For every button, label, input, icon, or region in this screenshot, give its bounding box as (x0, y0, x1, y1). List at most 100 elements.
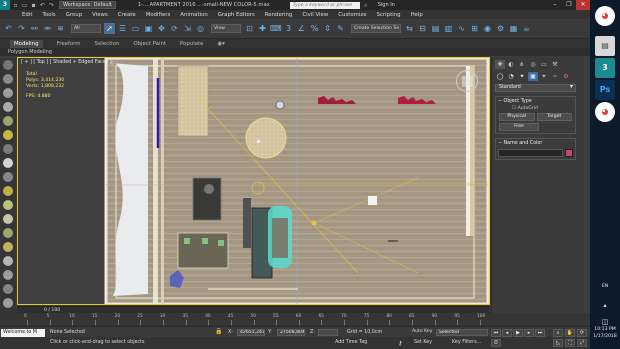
modify-tab-icon[interactable]: ◐ (506, 60, 516, 69)
texture-icon[interactable] (3, 214, 13, 224)
helpers-icon[interactable]: ⌖ (539, 72, 549, 81)
align-icon[interactable]: ⊟ (417, 23, 428, 34)
schematic-view-icon[interactable]: ⊞ (469, 23, 480, 34)
autogrid-checkbox[interactable]: ☐ AutoGrid (512, 106, 573, 111)
material-editor-icon[interactable]: ◉ (482, 23, 493, 34)
new-file-icon[interactable]: ▫ (12, 2, 19, 9)
prev-frame-icon[interactable]: ◂ (502, 329, 512, 337)
ribbon-toggle-icon[interactable]: ◉▾ (217, 41, 224, 47)
workspace-dropdown[interactable]: Workspace: Default (59, 1, 116, 9)
layer-explorer-icon[interactable]: ▥ (443, 23, 454, 34)
scene-explorer-icon[interactable] (3, 74, 13, 84)
toggle-scene-explorer-icon[interactable]: ▤ (430, 23, 441, 34)
menu-animation[interactable]: Animation (180, 12, 207, 18)
top-viewport[interactable]: [ + ] [ Top ] [ Shaded + Edged Faces ] T… (17, 57, 490, 305)
key-filters-button[interactable]: Key Filters... (452, 340, 481, 345)
menu-customize[interactable]: Customize (338, 12, 366, 18)
helper-icon[interactable] (3, 228, 13, 238)
selection-filter-dropdown[interactable]: All (71, 24, 101, 33)
lock-selection-icon[interactable]: 🔒 (215, 328, 222, 335)
key-icon[interactable]: ⚷ (398, 340, 402, 347)
pivot-center-icon[interactable]: ⊡ (244, 23, 255, 34)
spinner-snap-icon[interactable]: ⇕ (322, 23, 333, 34)
next-frame-icon[interactable]: ▸ (524, 329, 534, 337)
open-file-icon[interactable]: ▭ (21, 2, 28, 9)
lights-icon[interactable]: ✦ (517, 72, 527, 81)
edit-named-selection-icon[interactable]: ✎ (335, 23, 346, 34)
free-camera-button[interactable]: Free (499, 123, 539, 131)
menu-edit[interactable]: Edit (22, 12, 32, 18)
geometry-icon[interactable]: ◯ (495, 72, 505, 81)
maxscript-listener[interactable]: Welcome to M (1, 329, 45, 337)
move-icon[interactable]: ✥ (156, 23, 167, 34)
pointer-icon[interactable] (3, 60, 13, 70)
window-crossing-icon[interactable]: ▣ (143, 23, 154, 34)
reference-coordinate-dropdown[interactable]: View (211, 24, 241, 33)
ribbon-tab-modeling[interactable]: Modeling (10, 39, 43, 48)
z-coordinate-field[interactable] (318, 329, 338, 336)
layer-icon[interactable] (3, 102, 13, 112)
maximize-viewport-icon[interactable]: ⤢ (577, 339, 587, 347)
y-coordinate-field[interactable]: 27508,804 (277, 329, 305, 336)
render-production-icon[interactable]: ☕ (521, 23, 532, 34)
x-coordinate-field[interactable]: 42651,243 (237, 329, 265, 336)
angle-snap-icon[interactable]: ∠ (296, 23, 307, 34)
play-icon[interactable]: ▶ (513, 329, 523, 337)
ribbon-tab-freeform[interactable]: Freeform (57, 41, 81, 47)
selected-dropdown[interactable]: Selected (436, 329, 488, 336)
utilities-tab-icon[interactable]: ⚒ (550, 60, 560, 69)
clock-time[interactable]: 10:13 PM (590, 327, 620, 332)
auto-key-button[interactable]: Auto Key (412, 329, 434, 336)
select-object-icon[interactable]: ➚ (104, 23, 115, 34)
notification-icon[interactable]: ◫ (590, 318, 620, 326)
menu-civil-view[interactable]: Civil View (302, 12, 328, 18)
category-dropdown[interactable]: Standard (495, 84, 576, 92)
object-name-input[interactable] (498, 149, 563, 157)
placement-icon[interactable]: ◎ (195, 23, 206, 34)
goto-end-icon[interactable]: ⏭ (535, 329, 545, 337)
bind-space-warp-icon[interactable]: ≋ (55, 23, 66, 34)
render-setup-icon[interactable]: ⚙ (495, 23, 506, 34)
menu-create[interactable]: Create (118, 12, 136, 18)
display-icon[interactable] (3, 88, 13, 98)
bulb-icon[interactable] (3, 130, 13, 140)
mirror-icon[interactable]: ⇆ (404, 23, 415, 34)
name-color-title[interactable]: − Name and Color (498, 141, 573, 146)
file-explorer-icon[interactable]: ▤ (595, 36, 615, 56)
viewcube-icon[interactable] (456, 70, 478, 92)
light-icon[interactable] (3, 116, 13, 126)
rendered-frame-icon[interactable]: ▦ (508, 23, 519, 34)
rectangular-selection-icon[interactable]: ▭ (130, 23, 141, 34)
sun-icon[interactable] (3, 186, 13, 196)
keyboard-shortcut-icon[interactable]: ⌨ (270, 23, 282, 34)
time-slider[interactable]: 0 / 100 (17, 306, 490, 313)
menu-tools[interactable]: Tools (42, 12, 55, 18)
3ds-max-icon[interactable]: 3 (595, 58, 615, 78)
create-tab-icon[interactable]: ✚ (495, 60, 505, 69)
hair-icon[interactable] (3, 298, 13, 308)
close-icon[interactable]: ✕ (576, 0, 590, 10)
chrome-icon[interactable]: ◕ (595, 102, 615, 122)
particle-icon[interactable] (3, 284, 13, 294)
orbit-icon[interactable]: ⟳ (577, 329, 587, 337)
ribbon-tab-object-paint[interactable]: Object Paint (133, 41, 166, 47)
spacewarp-icon[interactable] (3, 270, 13, 280)
system-icon[interactable] (3, 256, 13, 266)
sphere-icon[interactable] (3, 158, 13, 168)
field-of-view-icon[interactable]: ◺ (553, 339, 563, 347)
shape-icon[interactable] (3, 242, 13, 252)
physical-camera-button[interactable]: Physical (499, 113, 535, 121)
ribbon-tab-populate[interactable]: Populate (180, 41, 203, 47)
sign-in-link[interactable]: Sign In (378, 2, 395, 8)
app-logo-icon[interactable]: 3 (0, 0, 10, 10)
menu-modifiers[interactable]: Modifiers (146, 12, 171, 18)
select-manipulate-icon[interactable]: ✚ (257, 23, 268, 34)
pan-icon[interactable]: ✋ (565, 329, 575, 337)
space-warps-icon[interactable]: ≈ (550, 72, 560, 81)
language-indicator[interactable]: EN (590, 284, 620, 289)
photoshop-icon[interactable]: Ps (595, 80, 615, 100)
menu-help[interactable]: Help (411, 12, 423, 18)
cube-icon[interactable] (3, 172, 13, 182)
hierarchy-tab-icon[interactable]: ⋔ (517, 60, 527, 69)
walk-through-icon[interactable]: ⛶ (565, 339, 575, 347)
